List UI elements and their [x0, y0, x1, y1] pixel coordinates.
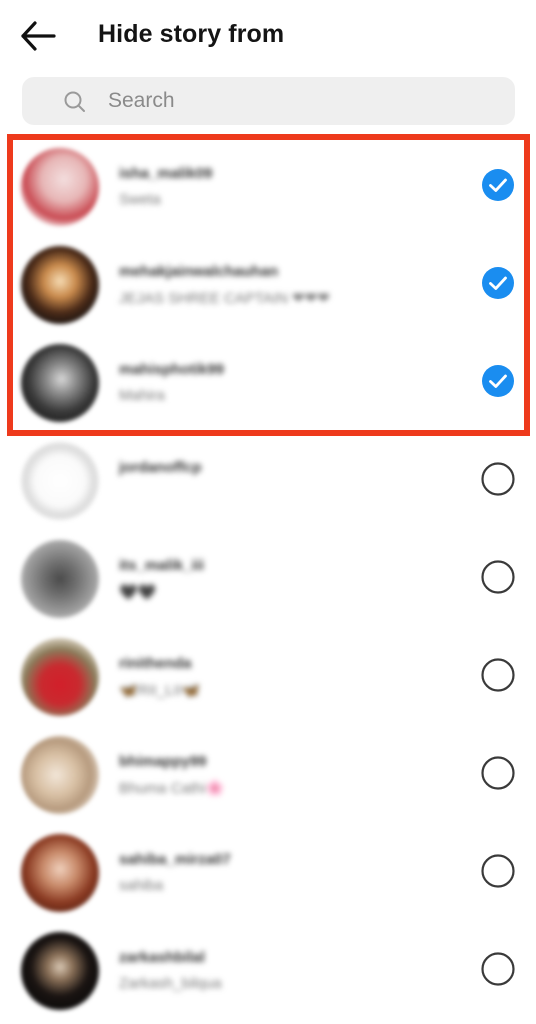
- username: zarkashbilal: [119, 949, 205, 966]
- checkmark-icon: [482, 267, 514, 299]
- username: sahiba_mirza07: [119, 851, 231, 868]
- username: isha_malik09: [119, 165, 213, 182]
- selected-checkbox[interactable]: [481, 266, 515, 300]
- avatar: [21, 148, 99, 226]
- user-row[interactable]: isha_malik09 Sweta: [0, 140, 536, 238]
- username: mahisphotik99: [119, 361, 225, 378]
- checkmark-icon: [482, 365, 514, 397]
- back-button[interactable]: [18, 18, 60, 54]
- username: its_malik_iii: [119, 557, 205, 574]
- avatar: [21, 442, 99, 520]
- full-name: Mahira: [119, 387, 165, 404]
- search-icon: [64, 91, 85, 112]
- full-name: 🦋RII_LII🦋: [119, 682, 201, 699]
- empty-circle-icon: [481, 560, 515, 594]
- avatar: [21, 932, 99, 1010]
- user-row[interactable]: bhimappy99 Bhuma Cathi🌸: [0, 728, 536, 826]
- empty-circle-icon: [481, 658, 515, 692]
- avatar: [21, 834, 99, 912]
- username: bhimappy99: [119, 753, 207, 770]
- user-row[interactable]: its_malik_iii 🖤🖤: [0, 532, 536, 630]
- user-row[interactable]: jordanoffcp: [0, 434, 536, 532]
- hide-story-screen: Hide story from isha_malik09 Sweta mehak…: [0, 0, 536, 1024]
- full-name: Sweta: [119, 191, 161, 208]
- header: Hide story from: [0, 0, 536, 72]
- search-input[interactable]: [108, 85, 498, 117]
- full-name: JEJAS SHREE CAPTAIN ❤❤❤: [119, 290, 330, 307]
- unselected-checkbox[interactable]: [481, 462, 515, 496]
- full-name: 🖤🖤: [119, 584, 157, 601]
- unselected-checkbox[interactable]: [481, 756, 515, 790]
- user-list: isha_malik09 Sweta mehakjainwalchauhan J…: [0, 140, 536, 1022]
- selected-checkbox[interactable]: [481, 168, 515, 202]
- checkmark-icon: [482, 169, 514, 201]
- username: jordanoffcp: [119, 459, 202, 476]
- avatar: [21, 638, 99, 716]
- empty-circle-icon: [481, 462, 515, 496]
- empty-circle-icon: [481, 854, 515, 888]
- avatar: [21, 344, 99, 422]
- username: mehakjainwalchauhan: [119, 263, 279, 280]
- selected-checkbox[interactable]: [481, 364, 515, 398]
- full-name: sahiba: [119, 877, 164, 894]
- user-row[interactable]: rinithenda 🦋RII_LII🦋: [0, 630, 536, 728]
- user-row[interactable]: sahiba_mirza07 sahiba: [0, 826, 536, 924]
- unselected-checkbox[interactable]: [481, 658, 515, 692]
- page-title: Hide story from: [98, 20, 285, 48]
- full-name: Bhuma Cathi🌸: [119, 780, 225, 797]
- avatar: [21, 540, 99, 618]
- search-bar[interactable]: [22, 77, 515, 125]
- full-name: Zarkash_bilqua: [119, 975, 222, 992]
- user-row[interactable]: mahisphotik99 Mahira: [0, 336, 536, 434]
- avatar: [21, 246, 99, 324]
- arrow-left-icon: [21, 21, 56, 51]
- avatar: [21, 736, 99, 814]
- empty-circle-icon: [481, 756, 515, 790]
- username: rinithenda: [119, 655, 192, 672]
- empty-circle-icon: [481, 952, 515, 986]
- user-row[interactable]: mehakjainwalchauhan JEJAS SHREE CAPTAIN …: [0, 238, 536, 336]
- unselected-checkbox[interactable]: [481, 560, 515, 594]
- user-row[interactable]: zarkashbilal Zarkash_bilqua: [0, 924, 536, 1022]
- unselected-checkbox[interactable]: [481, 952, 515, 986]
- unselected-checkbox[interactable]: [481, 854, 515, 888]
